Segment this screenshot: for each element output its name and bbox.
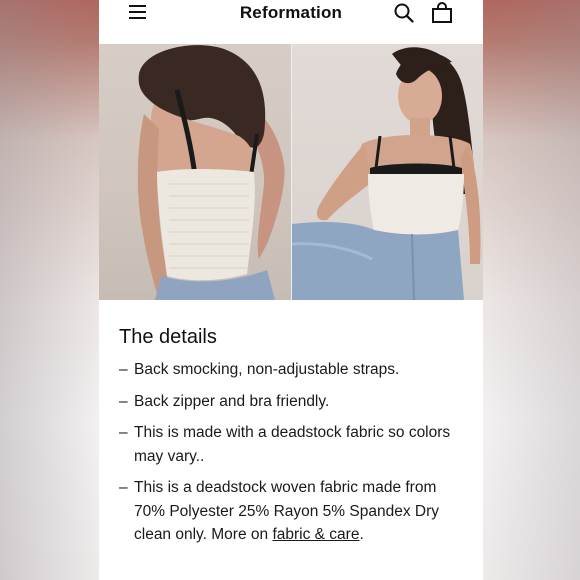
search-icon[interactable] bbox=[393, 2, 415, 24]
detail-text: Back zipper and bra friendly. bbox=[134, 392, 330, 410]
list-item: – Back zipper and bra friendly. bbox=[119, 390, 469, 414]
dash-bullet: – bbox=[119, 392, 128, 410]
list-item: – Back smocking, non-adjustable straps. bbox=[119, 358, 469, 382]
product-photo-back[interactable] bbox=[99, 44, 291, 300]
details-heading: The details bbox=[119, 326, 217, 348]
shopping-bag-icon[interactable] bbox=[431, 2, 453, 24]
fabric-care-link[interactable]: fabric & care bbox=[272, 526, 359, 543]
detail-text: This is made with a deadstock fabric so … bbox=[134, 424, 451, 465]
list-item: – This is a deadstock woven fabric made … bbox=[119, 476, 469, 547]
list-item: – This is made with a deadstock fabric s… bbox=[119, 421, 469, 468]
dash-bullet: – bbox=[119, 424, 128, 441]
dash-bullet: – bbox=[119, 361, 128, 378]
product-details-screen: Reformation The details – Back smocking,… bbox=[99, 0, 483, 580]
product-photo-front[interactable] bbox=[290, 44, 483, 300]
detail-text-suffix: . bbox=[359, 526, 364, 543]
product-image-gallery bbox=[99, 44, 483, 300]
detail-text: Back smocking, non-adjustable straps. bbox=[134, 361, 400, 378]
top-navigation-bar: Reformation bbox=[99, 0, 483, 44]
dash-bullet: – bbox=[119, 479, 128, 496]
brand-logo[interactable]: Reformation bbox=[99, 3, 483, 23]
details-list: – Back smocking, non-adjustable straps. … bbox=[119, 358, 469, 555]
